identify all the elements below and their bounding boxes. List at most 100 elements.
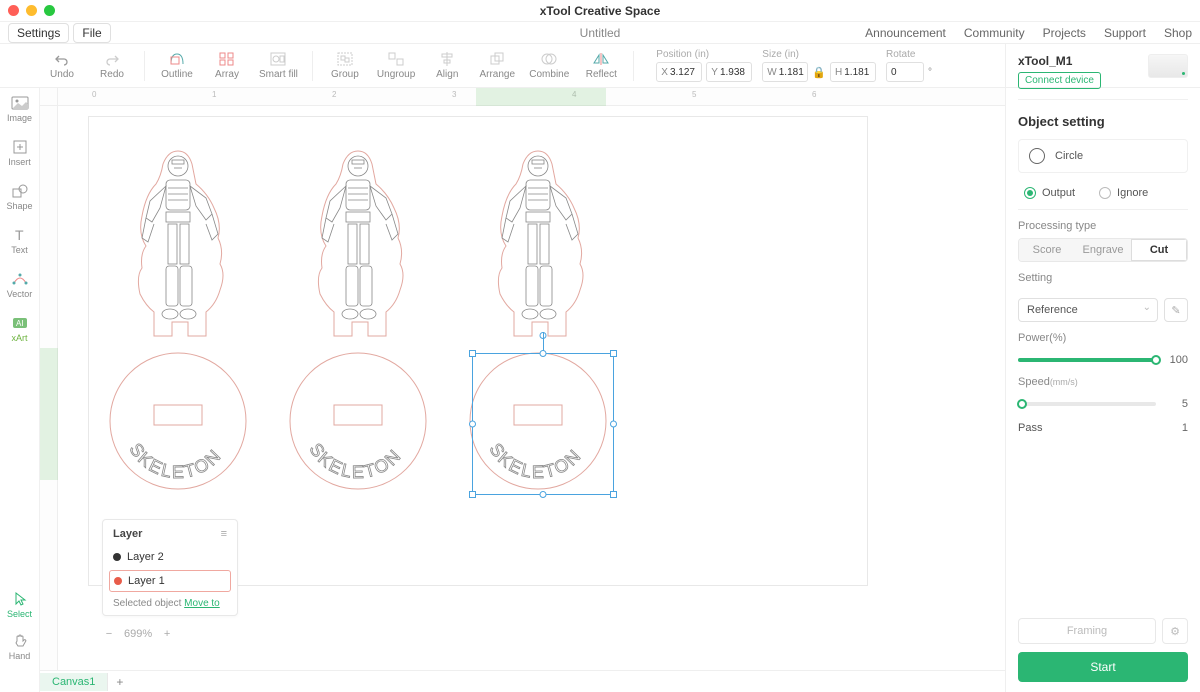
move-to-link[interactable]: Move to — [184, 598, 220, 609]
align-button[interactable]: Align — [429, 51, 465, 80]
close-window-icon[interactable] — [8, 5, 19, 16]
framing-settings-button[interactable]: ⚙ — [1162, 618, 1188, 644]
speed-slider-row: 5 — [1018, 398, 1188, 410]
canvas-tab-1[interactable]: Canvas1 — [40, 673, 108, 691]
seg-engrave[interactable]: Engrave — [1075, 239, 1131, 261]
link-shop[interactable]: Shop — [1164, 26, 1192, 40]
speed-label: Speed(mm/s) — [1018, 376, 1188, 388]
zoom-control: − 699% + — [102, 628, 174, 640]
material-edit-button[interactable]: ✎ — [1164, 298, 1188, 322]
size-group: Size (in) W1.181 🔒 H1.181 — [762, 49, 876, 82]
power-slider-row: 100 — [1018, 354, 1188, 366]
combine-button[interactable]: Combine — [529, 51, 569, 80]
processing-type-label: Processing type — [1018, 220, 1188, 232]
link-projects[interactable]: Projects — [1043, 26, 1086, 40]
reflect-button[interactable]: Reflect — [583, 51, 619, 80]
ignore-radio[interactable]: Ignore — [1099, 187, 1148, 199]
layer-sort-icon[interactable]: ≡ — [221, 528, 227, 540]
select-tool[interactable]: Select — [0, 588, 39, 622]
menu-bar: Settings File Untitled Announcement Comm… — [0, 22, 1200, 44]
position-x-input[interactable]: X3.127 — [656, 62, 702, 82]
minimize-window-icon[interactable] — [26, 5, 37, 16]
start-button[interactable]: Start — [1018, 652, 1188, 682]
vector-tool[interactable]: Vector — [0, 268, 39, 302]
power-slider[interactable] — [1018, 358, 1156, 362]
image-tool[interactable]: Image — [0, 92, 39, 126]
framing-button[interactable]: Framing — [1018, 618, 1156, 644]
add-canvas-button[interactable]: + — [108, 675, 131, 689]
setting-label: Setting — [1018, 272, 1188, 284]
device-section: xTool_M1 Connect device — [1018, 54, 1188, 100]
maximize-window-icon[interactable] — [44, 5, 55, 16]
aspect-lock-icon[interactable]: 🔒 — [812, 66, 826, 79]
link-support[interactable]: Support — [1104, 26, 1146, 40]
property-inspector: Position (in) X3.127 Y1.938 Size (in) W1… — [656, 49, 934, 82]
selection-box[interactable] — [472, 353, 614, 495]
undo-button[interactable]: Undo — [44, 51, 80, 80]
menu-file[interactable]: File — [73, 23, 110, 43]
hand-tool[interactable]: Hand — [0, 630, 39, 664]
layer-row-2[interactable]: Layer 2 — [103, 546, 237, 568]
ruler-corner — [40, 88, 58, 106]
layer-panel[interactable]: Layer ≡ Layer 2 Layer 1 Selected object M… — [102, 519, 238, 616]
svg-text:AI: AI — [16, 319, 24, 328]
pass-value: 1 — [1164, 422, 1188, 434]
device-thumbnail — [1148, 54, 1188, 78]
object-shape-name: Circle — [1055, 150, 1083, 162]
layer-panel-title: Layer — [113, 528, 142, 540]
power-value: 100 — [1164, 354, 1188, 366]
device-name: xTool_M1 — [1018, 54, 1101, 68]
group-button[interactable]: Group — [327, 51, 363, 80]
pass-label: Pass — [1018, 422, 1156, 434]
link-community[interactable]: Community — [964, 26, 1025, 40]
link-announcement[interactable]: Announcement — [865, 26, 946, 40]
vertical-ruler — [40, 106, 58, 670]
object-shape-row: Circle — [1018, 139, 1188, 173]
size-w-input[interactable]: W1.181 — [762, 62, 808, 82]
zoom-out-button[interactable]: − — [102, 628, 116, 640]
speed-slider[interactable] — [1018, 402, 1156, 406]
layer-footer: Selected object Move to — [103, 594, 237, 609]
ungroup-button[interactable]: Ungroup — [377, 51, 415, 80]
app-title: xTool Creative Space — [540, 4, 661, 18]
xart-tool[interactable]: AIxArt — [0, 312, 39, 346]
left-tool-sidebar: Image Insert Shape TText Vector AIxArt S… — [0, 88, 40, 692]
object-setting-title: Object setting — [1018, 114, 1188, 129]
window-titlebar: xTool Creative Space — [0, 0, 1200, 22]
connect-device-button[interactable]: Connect device — [1018, 72, 1101, 89]
output-radio[interactable]: Output — [1024, 187, 1075, 199]
speed-value: 5 — [1164, 398, 1188, 410]
text-tool[interactable]: TText — [0, 224, 39, 258]
layer-row-1[interactable]: Layer 1 — [109, 570, 231, 592]
position-group: Position (in) X3.127 Y1.938 — [656, 49, 752, 82]
outline-button[interactable]: Outline — [159, 51, 195, 80]
size-h-input[interactable]: H1.181 — [830, 62, 876, 82]
shape-tool[interactable]: Shape — [0, 180, 39, 214]
smartfill-button[interactable]: Smart fill — [259, 51, 298, 80]
rotate-group: Rotate 0 ° — [886, 49, 934, 82]
window-controls — [8, 5, 55, 16]
redo-button[interactable]: Redo — [94, 51, 130, 80]
insert-tool[interactable]: Insert — [0, 136, 39, 170]
seg-cut[interactable]: Cut — [1131, 239, 1187, 261]
power-label: Power(%) — [1018, 332, 1188, 344]
right-panel: xTool_M1 Connect device Object setting C… — [1005, 44, 1200, 692]
top-link-row: Announcement Community Projects Support … — [865, 26, 1192, 40]
output-ignore-row: Output Ignore — [1018, 183, 1188, 210]
circle-icon — [1029, 148, 1045, 164]
rotate-input[interactable]: 0 — [886, 62, 924, 82]
reference-select[interactable]: Reference — [1018, 298, 1158, 322]
pass-row: Pass 1 — [1018, 422, 1188, 434]
horizontal-ruler: 0 1 2 3 4 5 6 — [58, 88, 1005, 106]
arrange-button[interactable]: Arrange — [479, 51, 515, 80]
document-title: Untitled — [580, 26, 621, 40]
zoom-value: 699% — [124, 628, 152, 640]
canvas-area[interactable]: 0 1 2 3 4 5 6 — [40, 88, 1005, 670]
zoom-in-button[interactable]: + — [160, 628, 174, 640]
svg-text:T: T — [15, 227, 24, 243]
seg-score[interactable]: Score — [1019, 239, 1075, 261]
position-y-input[interactable]: Y1.938 — [706, 62, 752, 82]
processing-type-segment: Score Engrave Cut — [1018, 238, 1188, 262]
menu-settings[interactable]: Settings — [8, 23, 69, 43]
array-button[interactable]: Array — [209, 51, 245, 80]
